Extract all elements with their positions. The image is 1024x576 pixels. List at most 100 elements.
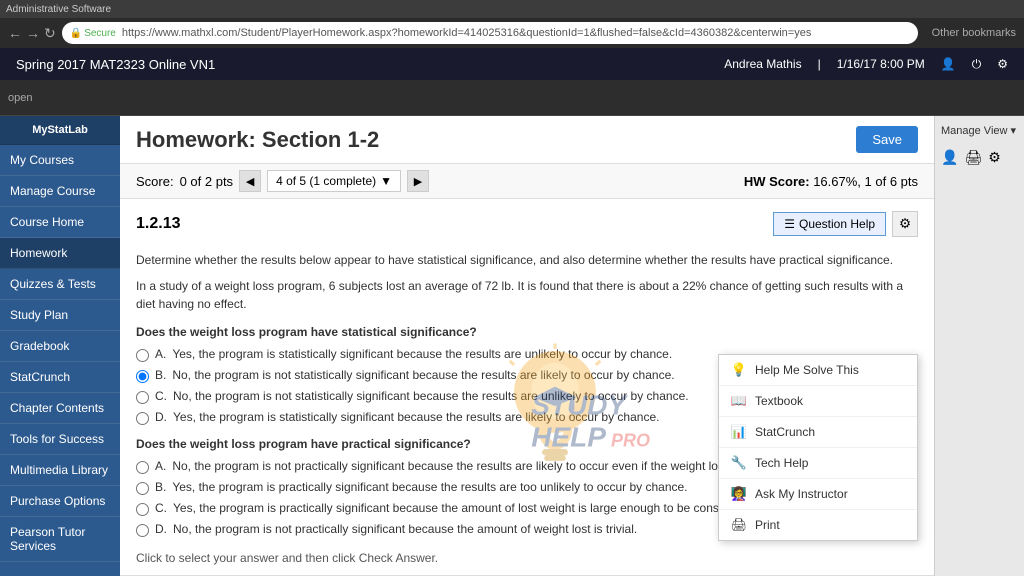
pract-label-c: C. <box>155 501 167 515</box>
question-dropdown[interactable]: 4 of 5 (1 complete) ▼ <box>267 170 401 192</box>
menu-help-solve[interactable]: 💡 Help Me Solve This <box>719 355 917 386</box>
sidebar-item-mycourses[interactable]: My Courses <box>0 145 120 176</box>
sidebar-item-gradebook[interactable]: Gradebook <box>0 331 120 362</box>
lightbulb-icon: 💡 <box>731 362 747 378</box>
hw-title: Homework: Section 1-2 <box>136 127 379 153</box>
menu-techhelp-label: Tech Help <box>755 456 808 470</box>
stat-radio-c[interactable] <box>136 391 149 404</box>
menu-askinstructor[interactable]: 👩‍🏫 Ask My Instructor <box>719 479 917 510</box>
settings-small-icon: ⚙ <box>988 149 1001 166</box>
secure-badge: 🔒 Secure <box>70 28 116 39</box>
dropdown-menu: 💡 Help Me Solve This 📖 Textbook 📊 StatCr… <box>718 354 918 541</box>
menu-print[interactable]: 🖨 Print <box>719 510 917 540</box>
question-id: 1.2.13 <box>136 215 180 233</box>
reload-icon[interactable]: ↻ <box>44 25 56 42</box>
back-icon[interactable]: ← <box>8 25 22 41</box>
question-text-1: Determine whether the results below appe… <box>136 251 918 269</box>
bookmarks-label: Other bookmarks <box>932 27 1016 39</box>
menu-textbook[interactable]: 📖 Textbook <box>719 386 917 417</box>
pract-label-a: A. <box>155 459 166 473</box>
stat-label-c: C. <box>155 389 167 403</box>
hw-header: Homework: Section 1-2 Save <box>120 116 934 164</box>
hw-score: HW Score: 16.67%, 1 of 6 pts <box>744 174 918 189</box>
techhelp-icon: 🔧 <box>731 455 747 471</box>
person-icon: 👤 <box>941 149 958 166</box>
manage-view-title[interactable]: Manage View ▾ <box>941 124 1018 137</box>
question-help-btn[interactable]: ☰ Question Help <box>773 212 886 236</box>
question-text-2: In a study of a weight loss program, 6 s… <box>136 277 918 313</box>
pract-radio-c[interactable] <box>136 503 149 516</box>
stat-radio-b[interactable] <box>136 370 149 383</box>
toolbar: open <box>0 80 1024 116</box>
instructor-icon: 👩‍🏫 <box>731 486 747 502</box>
sidebar-item-homework[interactable]: Homework <box>0 238 120 269</box>
sidebar-item-chaptercontents[interactable]: Chapter Contents <box>0 393 120 424</box>
sidebar-item-purchase[interactable]: Purchase Options <box>0 486 120 517</box>
print-icon: 🖨 <box>731 517 747 533</box>
stat-text-d: Yes, the program is statistically signif… <box>173 410 659 424</box>
stat-label-b: B. <box>155 368 166 382</box>
nav-position: 4 of 5 (1 complete) <box>276 174 376 188</box>
pract-label-d: D. <box>155 522 167 536</box>
hw-score-value: 16.67%, 1 of 6 pts <box>813 174 918 189</box>
menu-print-label: Print <box>755 518 780 532</box>
menu-techhelp[interactable]: 🔧 Tech Help <box>719 448 917 479</box>
power-icon[interactable]: ⏻ <box>972 57 982 72</box>
stat-label-d: D. <box>155 410 167 424</box>
sidebar-item-studyplan[interactable]: Study Plan <box>0 300 120 331</box>
stat-label-a: A. <box>155 347 166 361</box>
click-instruction: Click to select your answer and then cli… <box>136 549 918 567</box>
sidebar-item-multimedia[interactable]: Multimedia Library <box>0 455 120 486</box>
stat-text-c: No, the program is not statistically sig… <box>173 389 689 403</box>
manage-view-panel: Manage View ▾ 👤 🖨 ⚙ <box>934 116 1024 576</box>
content-area: Homework: Section 1-2 Save Score: 0 of 2… <box>120 116 934 576</box>
top-bar: Spring 2017 MAT2323 Online VN1 Andrea Ma… <box>0 48 1024 80</box>
manage-view-label: Manage View ▾ <box>941 124 1016 137</box>
browser-bar: ← → ↻ 🔒 Secure https://www.mathxl.com/St… <box>0 18 1024 48</box>
sidebar-item-quizzes[interactable]: Quizzes & Tests <box>0 269 120 300</box>
browser-title: Administrative Software <box>6 4 111 15</box>
score-nav: Score: 0 of 2 pts ◀ 4 of 5 (1 complete) … <box>136 170 429 192</box>
browser-nav[interactable]: ← → ↻ <box>8 25 56 42</box>
help-icon: ☰ <box>784 217 795 231</box>
pract-radio-b[interactable] <box>136 482 149 495</box>
user-name: Andrea Mathis <box>724 57 801 71</box>
menu-statcrunch[interactable]: 📊 StatCrunch <box>719 417 917 448</box>
question-area: STUDYHELP PRO 1.2.13 ☰ Question Help ⚙ D… <box>120 199 934 576</box>
stat-radio-a[interactable] <box>136 349 149 362</box>
pract-radio-a[interactable] <box>136 461 149 474</box>
browser-chrome: Administrative Software <box>0 0 1024 18</box>
print-small-icon: 🖨 <box>964 149 982 166</box>
address-bar[interactable]: 🔒 Secure https://www.mathxl.com/Student/… <box>62 22 918 44</box>
manage-view-icons: 👤 🖨 ⚙ <box>941 149 1018 166</box>
dropdown-arrow: ▼ <box>380 174 392 188</box>
sidebar-item-pearsontutor[interactable]: Pearson Tutor Services <box>0 517 120 562</box>
prev-question-btn[interactable]: ◀ <box>239 170 261 192</box>
sidebar-item-toolssuccess[interactable]: Tools for Success <box>0 424 120 455</box>
pract-text-d: No, the program is not practically signi… <box>173 522 637 536</box>
stat-radio-d[interactable] <box>136 412 149 425</box>
stat-text-b: No, the program is not statistically sig… <box>172 368 674 382</box>
separator: | <box>818 57 821 71</box>
sidebar-item-coursehome[interactable]: Course Home <box>0 207 120 238</box>
gear-button[interactable]: ⚙ <box>892 211 918 237</box>
menu-statcrunch-label: StatCrunch <box>755 425 815 439</box>
forward-icon[interactable]: → <box>26 25 40 41</box>
pract-radio-d[interactable] <box>136 524 149 537</box>
sidebar: MyStatLab My Courses Manage Course Cours… <box>0 116 120 576</box>
save-button[interactable]: Save <box>856 126 918 153</box>
menu-askinstructor-label: Ask My Instructor <box>755 487 848 501</box>
sidebar-item-statcrunch[interactable]: StatCrunch <box>0 362 120 393</box>
score-value: 0 of 2 pts <box>180 174 233 189</box>
secure-label: Secure <box>84 28 116 39</box>
toolbar-open[interactable]: open <box>8 92 32 104</box>
statcrunch-icon: 📊 <box>731 424 747 440</box>
sidebar-item-managecourse[interactable]: Manage Course <box>0 176 120 207</box>
settings-icon[interactable]: ⚙ <box>997 57 1008 71</box>
question-help-label: Question Help <box>799 217 875 231</box>
pract-text-b: Yes, the program is practically signific… <box>172 480 687 494</box>
next-question-btn[interactable]: ▶ <box>407 170 429 192</box>
score-label: Score: <box>136 174 174 189</box>
hw-score-label: HW Score: <box>744 174 810 189</box>
stat-text-a: Yes, the program is statistically signif… <box>172 347 672 361</box>
